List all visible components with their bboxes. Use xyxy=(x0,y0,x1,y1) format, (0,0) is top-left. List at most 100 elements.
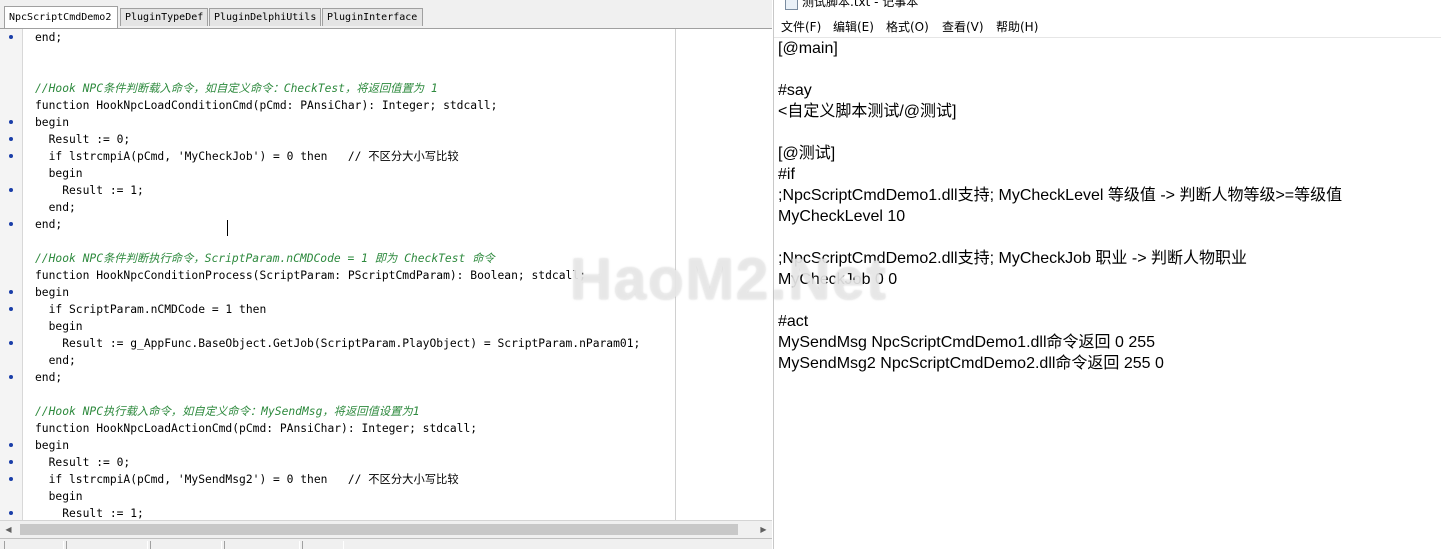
code-text: //Hook NPC条件判断载入命令，如自定义命令：CheckTest，将返回值… xyxy=(35,82,438,95)
code-line: Result := 1; xyxy=(0,505,772,520)
breakpoint-dot-icon[interactable] xyxy=(9,35,13,39)
code-text: end; xyxy=(35,31,63,44)
menu-help[interactable]: 帮助(H) xyxy=(996,17,1038,37)
code-line: begin xyxy=(0,284,772,301)
code-line: begin xyxy=(0,318,772,335)
notepad-text-line: [@main] xyxy=(778,40,838,57)
code-line: if lstrcmpiA(pCmd, 'MySendMsg2') = 0 the… xyxy=(0,471,772,488)
code-line: function HookNpcConditionProcess(ScriptP… xyxy=(0,267,772,284)
notepad-text-line: [@测试] xyxy=(778,145,836,162)
code-line: begin xyxy=(0,437,772,454)
breakpoint-dot-icon[interactable] xyxy=(9,511,13,515)
code-text: Result := g_AppFunc.BaseObject.GetJob(Sc… xyxy=(35,337,641,350)
code-line: if lstrcmpiA(pCmd, 'MyCheckJob') = 0 the… xyxy=(0,148,772,165)
status-cell xyxy=(224,541,300,549)
editor-status-bar xyxy=(0,538,772,549)
code-line: function HookNpcLoadConditionCmd(pCmd: P… xyxy=(0,97,772,114)
code-line: begin xyxy=(0,488,772,505)
tab-plugininterface[interactable]: PluginInterface xyxy=(322,8,423,26)
notepad-text-line: MyCheckLevel 10 xyxy=(778,208,906,225)
editor-tab-bar: NpcScriptCmdDemo2 PluginTypeDef PluginDe… xyxy=(0,6,772,29)
breakpoint-dot-icon[interactable] xyxy=(9,290,13,294)
code-text: begin xyxy=(35,490,83,503)
code-text: end; xyxy=(35,218,63,231)
text-caret xyxy=(227,220,228,236)
code-line: end; xyxy=(0,29,772,46)
notepad-file-icon xyxy=(785,0,798,10)
breakpoint-dot-icon[interactable] xyxy=(9,188,13,192)
scroll-left-icon[interactable]: ◀ xyxy=(0,521,17,538)
breakpoint-dot-icon[interactable] xyxy=(9,375,13,379)
notepad-text-line: ;NpcScriptCmdDemo1.dll支持; MyCheckLevel 等… xyxy=(778,187,1343,204)
breakpoint-dot-icon[interactable] xyxy=(9,222,13,226)
code-line: Result := 0; xyxy=(0,454,772,471)
code-line: end; xyxy=(0,352,772,369)
code-line: Result := g_AppFunc.BaseObject.GetJob(Sc… xyxy=(0,335,772,352)
breakpoint-dot-icon[interactable] xyxy=(9,137,13,141)
menu-edit[interactable]: 编辑(E) xyxy=(833,17,874,37)
code-editor[interactable]: end; //Hook NPC条件判断载入命令，如自定义命令：CheckTest，… xyxy=(0,29,772,520)
notepad-title: 测试脚本.txt - 记事本 xyxy=(802,0,919,9)
menu-format[interactable]: 格式(O) xyxy=(886,17,929,37)
code-text: function HookNpcLoadActionCmd(pCmd: PAns… xyxy=(35,422,478,435)
notepad-text-line: #act xyxy=(778,313,809,330)
code-line: function HookNpcLoadActionCmd(pCmd: PAns… xyxy=(0,420,772,437)
tab-npcscriptcmddemo2[interactable]: NpcScriptCmdDemo2 xyxy=(4,6,118,28)
code-text: Result := 0; xyxy=(35,133,131,146)
code-text: function HookNpcLoadConditionCmd(pCmd: P… xyxy=(35,99,498,112)
status-cell xyxy=(150,541,222,549)
code-text: begin xyxy=(35,116,70,129)
scrollbar-thumb[interactable] xyxy=(20,524,738,535)
code-text: if lstrcmpiA(pCmd, 'MyCheckJob') = 0 the… xyxy=(35,150,459,163)
code-line: begin xyxy=(0,165,772,182)
code-text: begin xyxy=(35,320,83,333)
code-text: Result := 1; xyxy=(35,507,144,520)
breakpoint-dot-icon[interactable] xyxy=(9,307,13,311)
notepad-text-line: #say xyxy=(778,82,812,99)
code-text: end; xyxy=(35,354,76,367)
code-text: begin xyxy=(35,286,70,299)
menu-file[interactable]: 文件(F) xyxy=(781,17,821,37)
status-cell xyxy=(4,541,64,549)
code-line: end; xyxy=(0,369,772,386)
breakpoint-dot-icon[interactable] xyxy=(9,154,13,158)
code-text: if lstrcmpiA(pCmd, 'MySendMsg2') = 0 the… xyxy=(35,473,459,486)
code-text: function HookNpcConditionProcess(ScriptP… xyxy=(35,269,586,282)
code-text: if ScriptParam.nCMDCode = 1 then xyxy=(35,303,267,316)
code-text: begin xyxy=(35,167,83,180)
notepad-title-bar: 测试脚本.txt - 记事本 xyxy=(774,0,1441,16)
code-line: //Hook NPC条件判断载入命令，如自定义命令：CheckTest，将返回值… xyxy=(0,80,772,97)
code-line: end; xyxy=(0,199,772,216)
scroll-right-icon[interactable]: ▶ xyxy=(755,521,772,538)
breakpoint-dot-icon[interactable] xyxy=(9,460,13,464)
tab-plugintypedef[interactable]: PluginTypeDef xyxy=(120,8,208,26)
code-line: Result := 1; xyxy=(0,182,772,199)
breakpoint-dot-icon[interactable] xyxy=(9,477,13,481)
status-cell xyxy=(66,541,148,549)
breakpoint-dot-icon[interactable] xyxy=(9,341,13,345)
code-line: //Hook NPC执行载入命令，如自定义命令：MySendMsg，将返回值设置… xyxy=(0,403,772,420)
code-text: Result := 0; xyxy=(35,456,131,469)
code-line: begin xyxy=(0,114,772,131)
tab-plugindelphiutils[interactable]: PluginDelphiUtils xyxy=(209,8,321,26)
horizontal-scrollbar[interactable]: ◀ ▶ xyxy=(0,520,772,538)
notepad-window: 测试脚本.txt - 记事本 文件(F) 编辑(E) 格式(O) 查看(V) 帮… xyxy=(773,0,1441,549)
notepad-menu-bar: 文件(F) 编辑(E) 格式(O) 查看(V) 帮助(H) xyxy=(774,17,1441,38)
code-text: begin xyxy=(35,439,70,452)
ide-window: NpcScriptCmdDemo2 PluginTypeDef PluginDe… xyxy=(0,0,772,549)
code-text: //Hook NPC执行载入命令，如自定义命令：MySendMsg，将返回值设置… xyxy=(35,405,420,418)
notepad-text-line: MySendMsg2 NpcScriptCmdDemo2.dll命令返回 255… xyxy=(778,355,1164,372)
notepad-text-line: #if xyxy=(778,166,795,183)
notepad-text-line: <自定义脚本测试/@测试] xyxy=(778,103,957,120)
code-text: end; xyxy=(35,201,76,214)
status-tab-code[interactable] xyxy=(302,541,344,549)
code-text: //Hook NPC条件判断执行命令，ScriptParam.nCMDCode … xyxy=(35,252,495,265)
code-line: end; xyxy=(0,216,772,233)
breakpoint-dot-icon[interactable] xyxy=(9,120,13,124)
breakpoint-dot-icon[interactable] xyxy=(9,443,13,447)
menu-view[interactable]: 查看(V) xyxy=(942,17,984,37)
